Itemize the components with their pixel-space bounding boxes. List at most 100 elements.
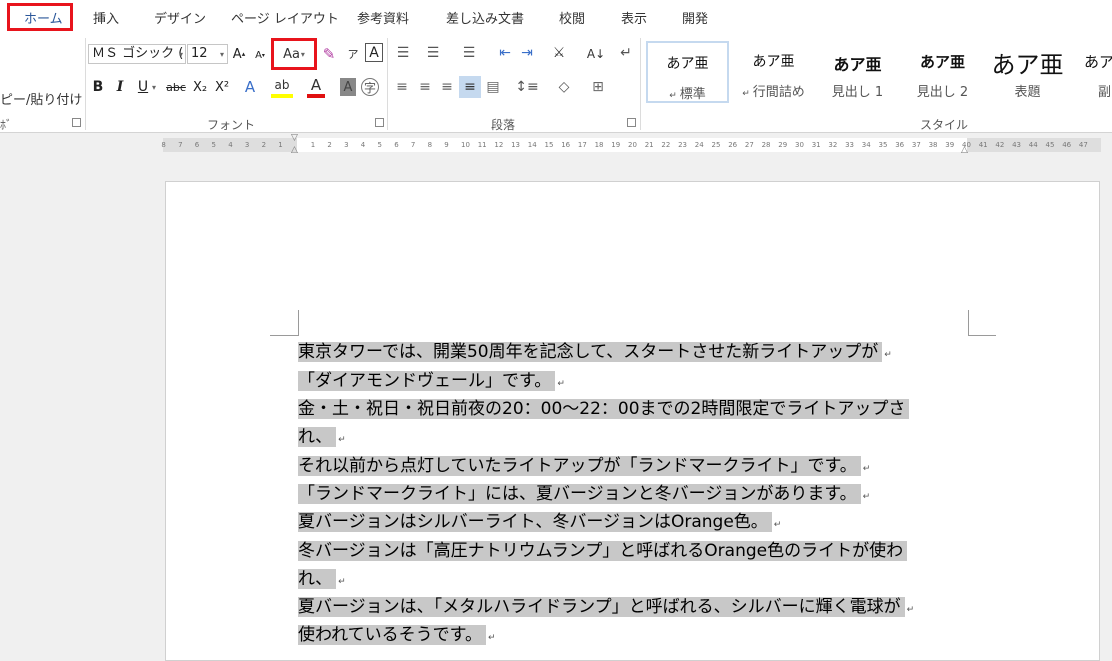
character-border-icon[interactable]: A <box>365 43 383 62</box>
document-line[interactable]: れ、 ↵ <box>298 424 346 450</box>
paragraph-mark-icon: ↵ <box>557 379 565 389</box>
style-name: 見出し 1 <box>831 85 884 100</box>
bullets-icon[interactable]: ☰ <box>392 44 414 62</box>
first-line-indent-marker[interactable]: ▽ <box>291 133 298 143</box>
document-line[interactable]: 「ダイアモンドヴェール」です。 ↵ <box>298 368 565 394</box>
align-center-icon[interactable]: ≡ <box>415 78 435 96</box>
grow-font-icon[interactable]: A ▴ <box>232 46 246 62</box>
style-sample: あア亜 <box>666 56 709 72</box>
paragraph-launcher-icon[interactable] <box>627 118 636 127</box>
style-heading-1[interactable]: あア亜 見出し 1 <box>816 41 899 103</box>
ruler-number: 16 <box>561 141 571 149</box>
superscript-button[interactable]: X² <box>213 78 231 96</box>
crop-mark <box>968 335 996 336</box>
phonetic-guide-icon[interactable]: ア <box>345 44 361 64</box>
hanging-indent-marker[interactable]: △ <box>291 145 298 155</box>
borders-icon[interactable]: ⊞ <box>582 78 614 96</box>
clipboard-launcher-icon[interactable] <box>72 118 81 127</box>
ruler-number: 43 <box>1012 141 1022 149</box>
bold-button[interactable]: B <box>91 78 105 96</box>
ruler-number: 14 <box>527 141 537 149</box>
paste-button[interactable]: ピー/貼り付け <box>0 89 82 108</box>
paragraph-mark-icon: ↵ <box>773 520 782 530</box>
tab-references[interactable]: 参考資料 <box>357 8 409 27</box>
highlight-color-icon[interactable]: ab <box>271 76 293 98</box>
enclosed-character-icon[interactable]: 字 <box>361 78 379 96</box>
multilevel-list-icon[interactable]: ☰ <box>451 44 487 62</box>
highlight-box-home-tab <box>7 3 73 31</box>
crop-mark <box>270 335 299 336</box>
document-line[interactable]: 東京タワーでは、開業50周年を記念して、スタートさせた新ライトアップが ↵ <box>298 339 892 365</box>
distributed-icon[interactable]: ▤ <box>483 78 503 96</box>
tab-design[interactable]: デザイン <box>154 8 206 27</box>
font-color-icon[interactable]: A <box>307 76 325 98</box>
underline-button[interactable]: U <box>136 78 150 96</box>
ruler-number: 46 <box>1062 141 1072 149</box>
style-subtitle[interactable]: あア 副 <box>1070 41 1112 103</box>
ruler-number: 8 <box>161 141 166 149</box>
group-divider <box>387 38 388 130</box>
tab-page-layout[interactable]: ページ レイアウト <box>231 8 339 27</box>
document-line[interactable]: 冬バージョンは「高圧ナトリウムランプ」と呼ばれるOrange色のライトが使わ <box>298 538 908 564</box>
font-name-combo[interactable]: ＭＳ ゴシック ( <box>88 44 186 64</box>
document-line[interactable]: れ、 ↵ <box>298 566 346 592</box>
clear-formatting-icon[interactable]: ✎ <box>320 44 338 64</box>
font-launcher-icon[interactable] <box>375 118 384 127</box>
paragraph-group-label: 段落 <box>491 118 516 132</box>
document-line[interactable]: 夏バージョンは、「メタルハライドランプ」と呼ばれる、シルバーに輝く電球が ↵ <box>298 594 914 620</box>
document-line[interactable]: それ以前から点灯していたライトアップが「ランドマークライト」です。 ↵ <box>298 453 870 479</box>
tab-review[interactable]: 校閲 <box>559 8 585 27</box>
increase-indent-icon[interactable]: ⇥ <box>518 44 536 62</box>
tab-mailings[interactable]: 差し込み文書 <box>446 8 524 27</box>
numbering-icon[interactable]: ☰ <box>420 44 446 62</box>
ruler-number: 1 <box>278 141 283 149</box>
subscript-button[interactable]: X₂ <box>191 78 209 96</box>
align-left-icon[interactable]: ≡ <box>392 78 412 96</box>
shading-icon[interactable]: ◇ <box>548 78 580 96</box>
style-no-spacing[interactable]: あア亜 ↵ 行間詰め <box>732 41 815 103</box>
font-group-label: フォント <box>207 118 256 132</box>
line-text: れ、 <box>298 569 337 589</box>
ruler-number: 37 <box>911 141 921 149</box>
style-normal[interactable]: あア亜 ↵ 標準 <box>646 41 729 103</box>
text-effects-icon[interactable]: A <box>241 78 259 96</box>
ruler-number: 3 <box>244 141 250 149</box>
ruler-number: 9 <box>444 141 449 149</box>
style-heading-2[interactable]: あア亜 見出し 2 <box>901 41 984 103</box>
sort-icon[interactable]: A↓ <box>587 44 605 64</box>
ribbon-tabs: ホーム 挿入 デザイン ページ レイアウト 参考資料 差し込み文書 校閲 表示 … <box>0 0 1112 34</box>
ribbon-home: ピー/貼り付け ﾎﾞ ＭＳ ゴシック ( ▾ 12 ▾ A ▴ A ▾ Aa ▾ ✎ … <box>0 34 1112 133</box>
justify-icon[interactable]: ≡ <box>459 76 481 98</box>
tab-view[interactable]: 表示 <box>621 8 647 27</box>
ruler-number: 44 <box>1028 141 1038 149</box>
shrink-font-icon[interactable]: A ▾ <box>254 48 266 62</box>
style-title[interactable]: あア亜 表題 <box>986 41 1069 103</box>
ruler-number: 4 <box>360 141 366 149</box>
strikethrough-button[interactable]: abc <box>164 78 188 96</box>
tab-insert[interactable]: 挿入 <box>93 8 119 27</box>
decrease-indent-icon[interactable]: ⇤ <box>496 44 514 62</box>
align-right-icon[interactable]: ≡ <box>437 78 457 96</box>
style-name-text: 標準 <box>679 87 706 102</box>
asian-layout-icon[interactable]: ⚔ <box>546 44 572 62</box>
italic-button[interactable]: I <box>113 78 127 96</box>
ruler-number: 34 <box>861 141 871 149</box>
line-spacing-icon[interactable]: ↕≡ <box>511 78 543 96</box>
horizontal-ruler[interactable]: 8 7 6 5 4 3 2 1 1 2 3 4 5 6 7 8 9 10 11 12 13 14 15 16 17 18 19 20 2… <box>0 133 1112 159</box>
character-shading-icon[interactable]: A <box>340 78 356 96</box>
ruler-number: 39 <box>945 141 955 149</box>
show-formatting-marks-icon[interactable]: ↵ <box>617 44 635 62</box>
ruler-number: 20 <box>628 141 637 149</box>
document-line[interactable]: 夏バージョンはシルバーライト、冬バージョンはOrange色。 ↵ <box>298 509 781 535</box>
document-line[interactable]: 使われているそうです。 ↵ <box>298 622 496 648</box>
grow-font-glyph: A <box>232 46 242 62</box>
font-name-dropdown-icon[interactable]: ▾ <box>176 48 186 60</box>
document-line[interactable]: 「ランドマークライト」には、夏バージョンと冬バージョンがあります。 ↵ <box>298 481 870 507</box>
ruler-number: 19 <box>611 141 621 149</box>
underline-dropdown-icon[interactable]: ▾ <box>150 82 158 92</box>
document-line[interactable]: 金・土・祝日・祝日前夜の20：00〜22：00までの2時間限定でライトアップさ <box>298 396 910 422</box>
right-indent-marker[interactable]: △ <box>961 145 968 155</box>
ruler-number: 28 <box>761 141 771 149</box>
tab-developer[interactable]: 開発 <box>682 8 708 27</box>
font-size-dropdown-icon[interactable]: ▾ <box>217 48 227 60</box>
